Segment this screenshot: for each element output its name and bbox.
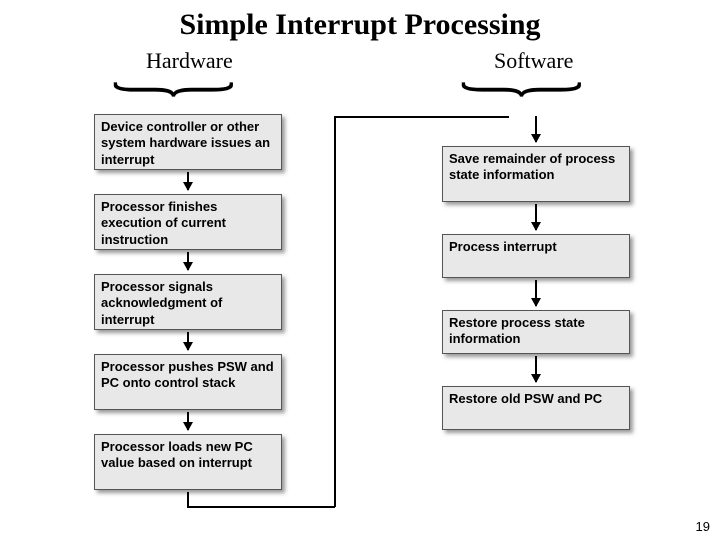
hw-arrow-3: [187, 332, 189, 350]
hw-step-3: Processor signals acknowledgment of inte…: [94, 274, 282, 330]
sw-step-4: Restore old PSW and PC: [442, 386, 630, 430]
page-title: Simple Interrupt Processing: [0, 0, 720, 44]
hw-arrow-1: [187, 172, 189, 190]
hardware-brace: }: [97, 78, 262, 101]
hw-arrow-4: [187, 412, 189, 430]
connector-bottom-h: [187, 506, 335, 508]
diagram-container: Hardware Software } } Device controller …: [0, 44, 720, 524]
sw-arrow-3: [535, 356, 537, 382]
hw-step-2: Processor finishes execution of current …: [94, 194, 282, 250]
hw-step-1: Device controller or other system hardwa…: [94, 114, 282, 170]
sw-arrow-2: [535, 280, 537, 306]
hw-arrow-2: [187, 252, 189, 270]
hw-step-5: Processor loads new PC value based on in…: [94, 434, 282, 490]
connector-mid-v: [334, 116, 336, 507]
sw-arrow-1: [535, 204, 537, 230]
sw-step-1: Save remainder of process state informat…: [442, 146, 630, 202]
connector-top-h: [334, 116, 509, 118]
connector-into-sw: [535, 116, 537, 142]
software-brace: }: [445, 78, 610, 101]
sw-step-2: Process interrupt: [442, 234, 630, 278]
sw-step-3: Restore process state information: [442, 310, 630, 354]
hw-step-4: Processor pushes PSW and PC onto control…: [94, 354, 282, 410]
connector-down: [187, 492, 189, 506]
software-label: Software: [494, 48, 573, 74]
page-number: 19: [696, 519, 710, 534]
hardware-label: Hardware: [146, 48, 233, 74]
